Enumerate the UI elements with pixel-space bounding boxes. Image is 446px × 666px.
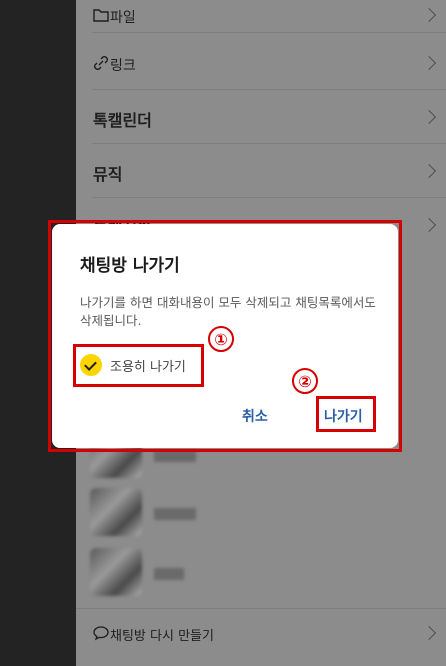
member-avatar[interactable]: [90, 488, 142, 536]
drawer-item-links[interactable]: 링크: [76, 48, 446, 78]
chevron-right-icon: [421, 55, 437, 71]
drawer-item-label: 링크: [110, 58, 136, 74]
drawer-item-label: 뮤직: [93, 165, 123, 184]
chevron-right-icon: [421, 7, 437, 23]
divider: [76, 608, 446, 609]
recreate-chat-button[interactable]: 채팅방 다시 만들기: [76, 618, 446, 648]
chevron-right-icon: [421, 625, 437, 641]
divider: [92, 143, 446, 144]
link-icon: [94, 56, 108, 70]
divider: [92, 197, 446, 198]
divider: [92, 32, 446, 33]
drawer-item-files[interactable]: 파일: [76, 0, 446, 30]
divider: [92, 89, 446, 90]
member-name: [154, 568, 184, 580]
drawer-item-label: 파일: [110, 10, 136, 26]
recreate-chat-label: 채팅방 다시 만들기: [110, 629, 214, 644]
member-name: [154, 508, 196, 520]
drawer-item-label: 톡캘린더: [93, 111, 152, 130]
chevron-right-icon: [421, 217, 437, 233]
drawer-item-calendar[interactable]: 톡캘린더: [76, 102, 446, 132]
member-avatar[interactable]: [90, 548, 142, 596]
drawer-item-music[interactable]: 뮤직: [76, 156, 446, 186]
checkbox-highlight-box: [73, 344, 204, 387]
chevron-right-icon: [421, 163, 437, 179]
speech-bubble-icon: [93, 626, 109, 641]
chevron-right-icon: [421, 109, 437, 125]
annotation-number-1: ①: [208, 326, 234, 352]
annotation-number-2: ②: [292, 368, 318, 394]
folder-icon: [93, 9, 109, 22]
leave-button-highlight-box: [316, 396, 376, 432]
